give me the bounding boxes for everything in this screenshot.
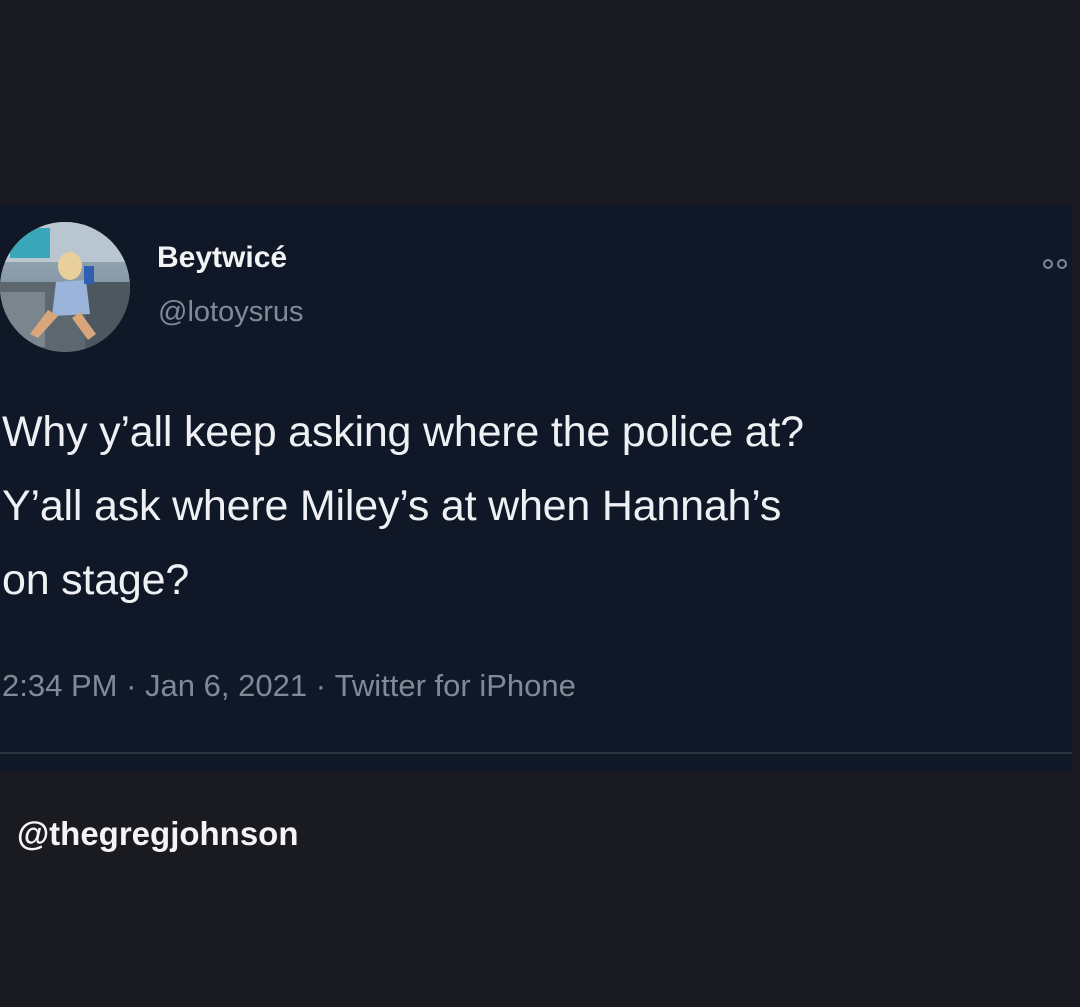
meta-separator: · xyxy=(126,668,137,703)
tweet-text-line: on stage? xyxy=(2,556,190,604)
author-handle[interactable]: @lotoysrus xyxy=(158,296,303,329)
divider xyxy=(0,752,1072,754)
tweet-text-line: Y’all ask where Miley’s at when Hannah’s xyxy=(2,482,782,530)
tweet-time[interactable]: 2:34 PM xyxy=(2,668,117,704)
avatar[interactable] xyxy=(0,222,130,352)
tweet-text-line: Why y’all keep asking where the police a… xyxy=(2,408,804,456)
author-display-name[interactable]: Beytwicé xyxy=(157,241,287,275)
tweet-text: Why y’all keep asking where the police a… xyxy=(2,395,1072,617)
watermark-credit: @thegregjohnson xyxy=(17,815,299,852)
meta-separator: · xyxy=(315,668,327,703)
tweet-meta: 2:34 PM · Jan 6, 2021 · Twitter for iPho… xyxy=(2,668,576,704)
tweet-date[interactable]: Jan 6, 2021 xyxy=(145,668,307,704)
more-options-icon[interactable] xyxy=(1036,257,1072,269)
avatar-photo xyxy=(0,222,130,352)
tweet-source[interactable]: Twitter for iPhone xyxy=(335,668,576,704)
